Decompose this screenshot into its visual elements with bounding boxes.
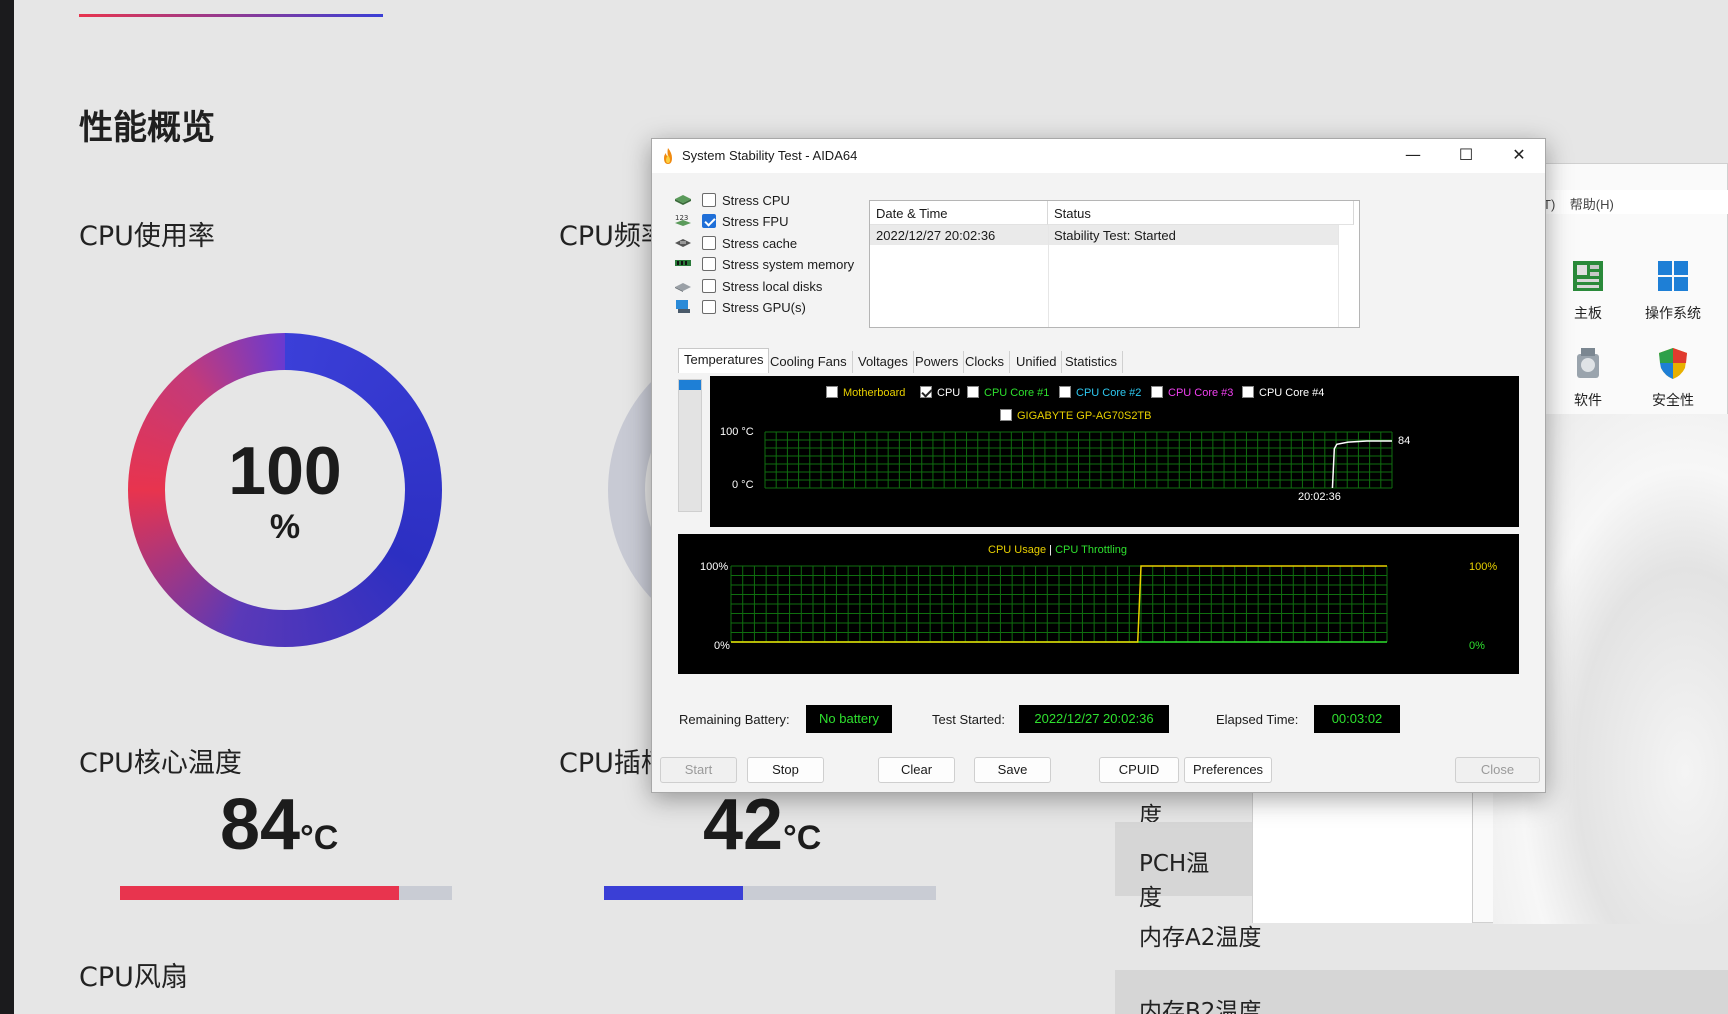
save-button[interactable]: Save bbox=[974, 757, 1051, 783]
cache-icon bbox=[675, 238, 691, 247]
motherboard-icon bbox=[1573, 261, 1603, 291]
tile-security-label: 安全性 bbox=[1652, 393, 1694, 409]
tile-software-label: 软件 bbox=[1574, 393, 1602, 409]
cpu-socket-temp-label: CPU插槽温度 bbox=[559, 748, 651, 779]
cpu-usage-value: 100 bbox=[228, 433, 342, 509]
cpuid-button[interactable]: CPUID bbox=[1099, 757, 1179, 783]
tab-statistics[interactable]: Statistics bbox=[1060, 351, 1124, 373]
menu-help[interactable]: 帮助(H) bbox=[1570, 197, 1614, 212]
aida64-flame-icon bbox=[664, 148, 672, 164]
list-item-pch-temp[interactable]: PCH温度 bbox=[1115, 822, 1255, 911]
stress-checkbox[interactable] bbox=[702, 300, 716, 314]
cpu-core-temp-label: CPU核心温度 bbox=[79, 748, 242, 779]
remaining-battery-label: Remaining Battery: bbox=[679, 712, 790, 727]
software-icon bbox=[1577, 348, 1599, 378]
stress-checkbox[interactable] bbox=[702, 235, 716, 250]
tile-operating-system-label: 操作系统 bbox=[1645, 306, 1701, 322]
log-row-status[interactable]: Stability Test: Started bbox=[1048, 225, 1338, 245]
stress-label: Stress system memory bbox=[722, 257, 855, 273]
test-started-label: Test Started: bbox=[932, 712, 1005, 727]
tile-operating-system[interactable]: 操作系统 bbox=[1633, 259, 1713, 323]
stability-test-window: System Stability Test - AIDA64 — ☐ ✕ Str… bbox=[651, 138, 1546, 793]
cpu-socket-temp-reading: 42°C bbox=[703, 784, 821, 866]
cpu-socket-temp-bar-fill bbox=[604, 886, 744, 900]
cpu-core-temp-bar-fill bbox=[120, 886, 399, 900]
cpu-fan-label: CPU风扇 bbox=[79, 962, 188, 993]
temperature-graph: Motherboard CPU CPU Core #1 CPU Core #2 … bbox=[710, 376, 1519, 527]
cpu-core-temp-bar bbox=[120, 886, 452, 900]
tile-motherboard[interactable]: 主板 bbox=[1548, 259, 1628, 323]
tab-powers[interactable]: Powers bbox=[910, 351, 965, 373]
gpu-icon bbox=[676, 300, 690, 313]
minimize-button[interactable]: — bbox=[1387, 139, 1439, 171]
stop-button[interactable]: Stop bbox=[747, 757, 824, 783]
tile-security[interactable]: 安全性 bbox=[1633, 346, 1713, 410]
tab-unified[interactable]: Unified bbox=[1011, 351, 1063, 373]
cpu-core-temp-unit: °C bbox=[300, 819, 339, 857]
cpu-socket-temp-unit: °C bbox=[783, 819, 822, 857]
column-divider bbox=[1338, 225, 1339, 327]
stress-label: Stress CPU bbox=[722, 193, 790, 208]
close-window-button[interactable]: ✕ bbox=[1493, 139, 1545, 171]
close-button[interactable]: Close bbox=[1455, 757, 1540, 783]
tab-voltages[interactable]: Voltages bbox=[853, 351, 914, 373]
column-divider bbox=[1048, 225, 1049, 327]
header-accent-line bbox=[79, 14, 383, 17]
stress-label: Stress local disks bbox=[722, 278, 823, 294]
tab-cooling-fans[interactable]: Cooling Fans bbox=[765, 351, 853, 373]
graph-list-scrollbar[interactable] bbox=[678, 379, 702, 512]
tab-clocks[interactable]: Clocks bbox=[960, 351, 1011, 373]
stress-checkbox[interactable] bbox=[702, 257, 716, 272]
column-header-datetime[interactable]: Date & Time bbox=[870, 201, 1048, 225]
window-titlebar[interactable]: System Stability Test - AIDA64 — ☐ ✕ bbox=[652, 139, 1545, 173]
cpu-usage-label: CPU使用率 bbox=[79, 221, 215, 252]
disk-icon bbox=[675, 282, 691, 292]
stress-option-stress-gpu-s[interactable]: Stress GPU(s) bbox=[674, 297, 864, 319]
cpu-usage-graph: CPU Usage | CPU Throttling 100% 0% 100% … bbox=[678, 534, 1519, 674]
window-edge-strip bbox=[0, 0, 14, 1014]
cpu-frequency-label: CPU频率 bbox=[559, 221, 651, 252]
test-started-value: 2022/12/27 20:02:36 bbox=[1019, 705, 1169, 733]
stress-option-stress-fpu[interactable]: 123 Stress FPU bbox=[674, 211, 864, 233]
status-log-table: Date & Time Status 2022/12/27 20:02:36 S… bbox=[869, 200, 1360, 328]
log-row-datetime[interactable]: 2022/12/27 20:02:36 bbox=[870, 225, 1048, 245]
tile-motherboard-label: 主板 bbox=[1574, 306, 1602, 322]
tile-software[interactable]: 软件 bbox=[1548, 346, 1628, 410]
preferences-button[interactable]: Preferences bbox=[1184, 757, 1272, 783]
graph-list-scroll-thumb[interactable] bbox=[679, 380, 701, 390]
window-title: System Stability Test - AIDA64 bbox=[682, 148, 858, 163]
cpu-socket-temp-value: 42 bbox=[703, 785, 784, 865]
security-shield-icon bbox=[1659, 348, 1687, 379]
clear-button[interactable]: Clear bbox=[878, 757, 955, 783]
stress-label: Stress cache bbox=[722, 235, 798, 251]
memory-module-icon bbox=[675, 260, 691, 267]
start-button[interactable]: Start bbox=[660, 757, 737, 783]
list-item-mem-b2-temp[interactable]: 内存B2温度 bbox=[1115, 970, 1728, 1014]
stress-checkbox[interactable] bbox=[702, 193, 716, 207]
maximize-button[interactable]: ☐ bbox=[1440, 139, 1492, 171]
stress-option-stress-cpu[interactable]: Stress CPU bbox=[674, 190, 864, 212]
windows-icon bbox=[1658, 261, 1688, 291]
page-title: 性能概览 bbox=[79, 108, 215, 148]
stress-checkbox[interactable] bbox=[702, 214, 716, 229]
stress-option-stress-cache[interactable]: Stress cache bbox=[674, 233, 864, 255]
stress-option-stress-system-memory[interactable]: Stress system memory bbox=[674, 254, 864, 276]
remaining-battery-value: No battery bbox=[806, 705, 892, 733]
column-header-status[interactable]: Status bbox=[1048, 201, 1354, 225]
cpu-core-temp-reading: 84°C bbox=[220, 784, 338, 866]
cpu-usage-unit: % bbox=[269, 508, 301, 546]
tab-temperatures[interactable]: Temperatures bbox=[678, 348, 770, 373]
temperature-plot bbox=[764, 431, 1393, 489]
cpu-socket-temp-bar bbox=[604, 886, 936, 900]
cpu-core-temp-value: 84 bbox=[220, 785, 301, 865]
stress-checkbox[interactable] bbox=[702, 278, 716, 293]
stress-label: Stress FPU bbox=[722, 214, 789, 230]
cpu-chip-icon bbox=[675, 195, 691, 205]
stress-label: Stress GPU(s) bbox=[722, 300, 806, 315]
fpu-123-icon: 123 bbox=[675, 214, 691, 227]
elapsed-time-label: Elapsed Time: bbox=[1216, 712, 1299, 727]
elapsed-time-value: 00:03:02 bbox=[1314, 705, 1400, 733]
cpu-usage-plot bbox=[730, 565, 1388, 643]
stress-option-stress-local-disks[interactable]: Stress local disks bbox=[674, 276, 864, 298]
